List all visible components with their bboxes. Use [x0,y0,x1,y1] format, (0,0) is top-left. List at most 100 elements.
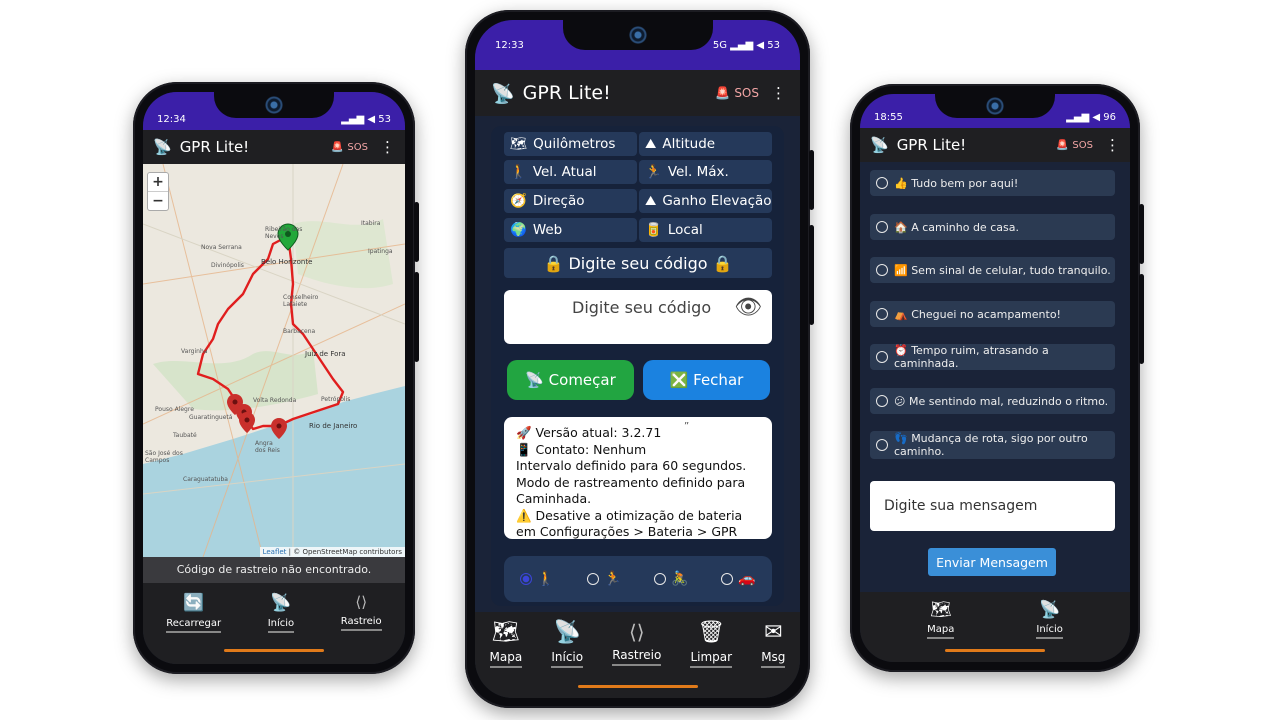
nav-home[interactable]: 📡 Início [1036,602,1063,639]
map-label: Volta Redonda [253,397,297,404]
message-option[interactable]: 🏠 A caminho de casa. [870,214,1115,240]
nav-label: Início [1036,624,1063,639]
toggle-direction[interactable]: 🧭 Direção [504,189,637,213]
siren-icon: 🚨 [715,86,731,100]
side-button [1139,204,1144,264]
nav-label: Recarregar [166,618,222,633]
nav-home[interactable]: 📡 Início [267,593,295,633]
radio-unselected[interactable] [876,177,888,189]
nav-label: Rastreio [612,648,662,666]
home-indicator[interactable] [577,685,698,688]
radio-unselected[interactable] [876,221,888,233]
radio-unselected[interactable] [721,573,734,585]
nav-messages[interactable]: ✉ Msg [761,622,786,668]
status-time: 12:34 [157,113,186,125]
menu-icon[interactable]: ⋮ [380,138,395,156]
nav-reload[interactable]: 🔄 Recarregar [166,593,222,633]
nav-home[interactable]: 📡 Início [551,622,584,668]
menu-icon[interactable]: ⋮ [771,84,786,102]
log-line: Modo de rastreamento definido para Camin… [516,474,746,507]
code-input[interactable]: Digite seu código 👁 [504,290,772,344]
map-label: Barbacena [283,328,316,335]
start-button[interactable]: 📡 Começar [507,360,634,400]
app-title-text: GPR Lite! [179,138,250,156]
radio-unselected[interactable] [654,573,667,585]
left-screen: 12:34 ▂▄▆ ◀ 53 📡 GPR Lite! 🚨 SOS ⋮ Nova … [143,92,405,664]
zoom-out-button[interactable]: − [148,192,168,210]
zoom-in-button[interactable]: + [148,173,168,192]
toggle-local[interactable]: 🥫 Local [639,218,772,242]
radio-unselected[interactable] [876,351,888,363]
message-text: 👍 Tudo bem por aqui! [894,176,1019,190]
menu-icon[interactable]: ⋮ [1105,136,1120,154]
mode-walking[interactable]: 🚶 [520,571,555,587]
nav-label: Msg [761,650,786,668]
send-message-button[interactable]: Enviar Mensagem [928,548,1056,576]
nav-map[interactable]: 🗺 Mapa [927,600,955,639]
eye-icon[interactable]: 👁 [734,295,762,320]
camera-icon [265,96,283,114]
map-label: Rio de Janeiro [309,422,358,430]
home-indicator[interactable] [945,649,1045,652]
message-option[interactable]: 👣 Mudança de rota, sigo por outro caminh… [870,431,1115,459]
app-title: 📡 GPR Lite! [870,136,966,154]
mode-cycling[interactable]: 🚴 [654,571,689,587]
sos-label: SOS [734,86,759,100]
satellite-icon: 📡 [491,82,515,105]
log-line: ⚠️ Desative a otimização de bateria em C… [516,507,743,540]
status-icons: ▂▄▆ ◀ 96 [1066,111,1116,123]
toggle-label: Local [667,222,703,238]
left-phone: 12:34 ▂▄▆ ◀ 53 📡 GPR Lite! 🚨 SOS ⋮ Nova … [133,82,419,674]
radio-selected[interactable] [520,573,533,585]
sos-button[interactable]: 🚨 SOS [331,142,368,153]
toggle-current-speed[interactable]: 🚶 Vel. Atual [504,160,637,184]
map-icon: 🗺 [929,600,952,620]
camera-icon [986,97,1004,115]
radio-unselected[interactable] [876,308,888,320]
reload-icon: 🔄 [183,593,205,613]
mode-running[interactable]: 🏃 [587,571,622,587]
radio-unselected[interactable] [876,395,888,407]
nav-clear[interactable]: 🗑 Limpar [690,622,733,668]
toggle-kilometers[interactable]: 🗺 Quilômetros [504,132,637,156]
toggle-label: Altitude [662,136,716,152]
nav-label: Início [551,650,584,668]
message-input[interactable]: Digite sua mensagem [870,481,1115,531]
toggle-max-speed[interactable]: 🏃 Vel. Máx. [639,160,772,184]
center-screen: 12:33 5G ▂▄▆ ◀ 53 📡 GPR Lite! 🚨 SOS ⋮ 🗺 Q… [475,20,800,698]
nav-tracking[interactable]: ⟨⟩ Rastreio [612,622,662,666]
map-view[interactable]: Nova Serrana Divinópolis Ribeirão das Ne… [143,164,405,557]
home-indicator[interactable] [224,649,324,652]
radio-unselected[interactable] [587,573,600,585]
close-button[interactable]: ❎ Fechar [643,360,770,400]
mode-driving[interactable]: 🚗 [721,571,756,587]
radio-unselected[interactable] [876,439,888,451]
sos-button[interactable]: 🚨 SOS [715,86,759,100]
toggle-web[interactable]: 🌍 Web [504,218,637,242]
leaflet-link[interactable]: Leaflet [263,548,287,556]
enter-code-button[interactable]: 🔒 Digite seu código 🔒 [504,248,772,278]
message-text: 👣 Mudança de rota, sigo por outro caminh… [894,432,1088,458]
tracking-status: Código de rastreio não encontrado. [143,557,405,583]
nav-label: Mapa [927,624,955,639]
cycling-icon: 🚴 [671,571,689,587]
nav-tracking[interactable]: ⟨⟩ Rastreio [340,595,382,631]
app-bar: 📡 GPR Lite! 🚨 SOS ⋮ [143,130,405,164]
map-label: Taubaté [173,432,197,439]
message-option[interactable]: 📶 Sem sinal de celular, tudo tranquilo. [870,257,1115,283]
message-text: ⏰ Tempo ruim, atrasando a caminhada. [894,344,1049,370]
sos-button[interactable]: 🚨 SOS [1056,140,1093,151]
log-box[interactable]: ” 🚀 Versão atual: 3.2.71 📱 Contato: Nenh… [504,417,772,539]
center-phone: 12:33 5G ▂▄▆ ◀ 53 📡 GPR Lite! 🚨 SOS ⋮ 🗺 Q… [465,10,814,708]
radio-unselected[interactable] [876,264,888,276]
message-option[interactable]: ⛺ Cheguei no acampamento! [870,301,1115,327]
message-option[interactable]: 😕 Me sentindo mal, reduzindo o ritmo. [870,388,1115,414]
satellite-icon: 📡 [270,593,292,613]
nav-map[interactable]: 🗺 Mapa [489,622,523,668]
map-label: Caraguatatuba [183,476,228,483]
toggle-elevation-gain[interactable]: ⛰ Ganho Elevação [639,189,772,213]
toggle-label: Quilômetros [533,136,616,152]
message-option[interactable]: 👍 Tudo bem por aqui! [870,170,1115,196]
message-option[interactable]: ⏰ Tempo ruim, atrasando a caminhada. [870,344,1115,370]
toggle-altitude[interactable]: ⛰ Altitude [639,132,772,156]
